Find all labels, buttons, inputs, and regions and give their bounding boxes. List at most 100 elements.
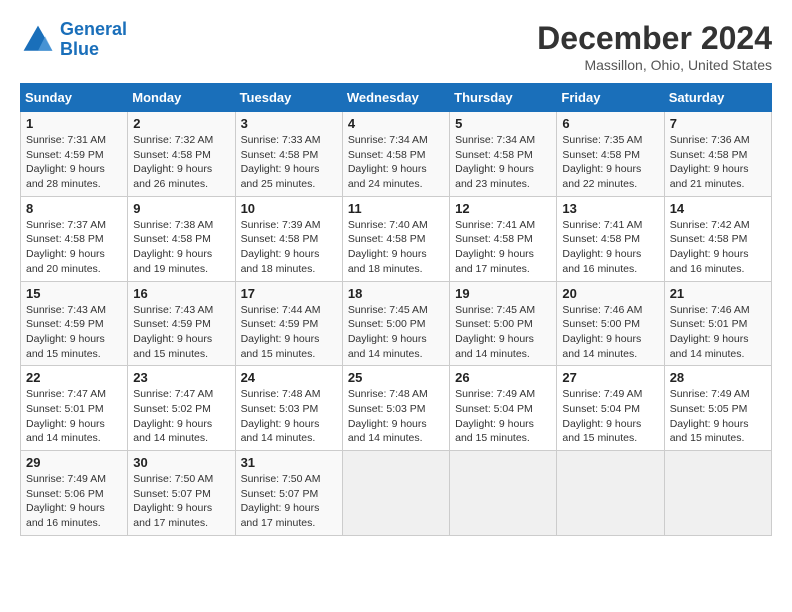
day-number: 28 <box>670 370 766 385</box>
day-number: 16 <box>133 286 229 301</box>
day-info: Sunrise: 7:49 AM Sunset: 5:04 PM Dayligh… <box>562 387 658 446</box>
day-number: 2 <box>133 116 229 131</box>
table-row <box>450 451 557 536</box>
day-number: 25 <box>348 370 444 385</box>
table-row: 5 Sunrise: 7:34 AM Sunset: 4:58 PM Dayli… <box>450 112 557 197</box>
calendar-week-1: 1 Sunrise: 7:31 AM Sunset: 4:59 PM Dayli… <box>21 112 772 197</box>
table-row: 19 Sunrise: 7:45 AM Sunset: 5:00 PM Dayl… <box>450 281 557 366</box>
day-number: 31 <box>241 455 337 470</box>
day-number: 6 <box>562 116 658 131</box>
day-info: Sunrise: 7:43 AM Sunset: 4:59 PM Dayligh… <box>133 303 229 362</box>
table-row: 17 Sunrise: 7:44 AM Sunset: 4:59 PM Dayl… <box>235 281 342 366</box>
table-row: 15 Sunrise: 7:43 AM Sunset: 4:59 PM Dayl… <box>21 281 128 366</box>
day-info: Sunrise: 7:45 AM Sunset: 5:00 PM Dayligh… <box>455 303 551 362</box>
table-row: 14 Sunrise: 7:42 AM Sunset: 4:58 PM Dayl… <box>664 196 771 281</box>
table-row: 28 Sunrise: 7:49 AM Sunset: 5:05 PM Dayl… <box>664 366 771 451</box>
day-number: 21 <box>670 286 766 301</box>
day-number: 22 <box>26 370 122 385</box>
logo-icon <box>20 22 56 58</box>
col-tuesday: Tuesday <box>235 84 342 112</box>
day-number: 20 <box>562 286 658 301</box>
day-info: Sunrise: 7:35 AM Sunset: 4:58 PM Dayligh… <box>562 133 658 192</box>
day-number: 5 <box>455 116 551 131</box>
day-number: 10 <box>241 201 337 216</box>
table-row: 23 Sunrise: 7:47 AM Sunset: 5:02 PM Dayl… <box>128 366 235 451</box>
day-number: 3 <box>241 116 337 131</box>
day-number: 13 <box>562 201 658 216</box>
table-row: 3 Sunrise: 7:33 AM Sunset: 4:58 PM Dayli… <box>235 112 342 197</box>
day-info: Sunrise: 7:32 AM Sunset: 4:58 PM Dayligh… <box>133 133 229 192</box>
day-info: Sunrise: 7:49 AM Sunset: 5:05 PM Dayligh… <box>670 387 766 446</box>
day-info: Sunrise: 7:43 AM Sunset: 4:59 PM Dayligh… <box>26 303 122 362</box>
day-number: 15 <box>26 286 122 301</box>
logo: General Blue <box>20 20 127 60</box>
day-info: Sunrise: 7:42 AM Sunset: 4:58 PM Dayligh… <box>670 218 766 277</box>
page-header: General Blue December 2024 Massillon, Oh… <box>20 20 772 73</box>
day-info: Sunrise: 7:45 AM Sunset: 5:00 PM Dayligh… <box>348 303 444 362</box>
day-info: Sunrise: 7:34 AM Sunset: 4:58 PM Dayligh… <box>348 133 444 192</box>
day-info: Sunrise: 7:50 AM Sunset: 5:07 PM Dayligh… <box>133 472 229 531</box>
table-row: 9 Sunrise: 7:38 AM Sunset: 4:58 PM Dayli… <box>128 196 235 281</box>
day-info: Sunrise: 7:37 AM Sunset: 4:58 PM Dayligh… <box>26 218 122 277</box>
table-row: 1 Sunrise: 7:31 AM Sunset: 4:59 PM Dayli… <box>21 112 128 197</box>
calendar-week-4: 22 Sunrise: 7:47 AM Sunset: 5:01 PM Dayl… <box>21 366 772 451</box>
day-info: Sunrise: 7:41 AM Sunset: 4:58 PM Dayligh… <box>455 218 551 277</box>
day-info: Sunrise: 7:40 AM Sunset: 4:58 PM Dayligh… <box>348 218 444 277</box>
day-number: 30 <box>133 455 229 470</box>
day-info: Sunrise: 7:38 AM Sunset: 4:58 PM Dayligh… <box>133 218 229 277</box>
table-row: 18 Sunrise: 7:45 AM Sunset: 5:00 PM Dayl… <box>342 281 449 366</box>
col-monday: Monday <box>128 84 235 112</box>
table-row: 20 Sunrise: 7:46 AM Sunset: 5:00 PM Dayl… <box>557 281 664 366</box>
col-sunday: Sunday <box>21 84 128 112</box>
day-number: 24 <box>241 370 337 385</box>
calendar-table: Sunday Monday Tuesday Wednesday Thursday… <box>20 83 772 536</box>
table-row: 29 Sunrise: 7:49 AM Sunset: 5:06 PM Dayl… <box>21 451 128 536</box>
title-block: December 2024 Massillon, Ohio, United St… <box>537 20 772 73</box>
subtitle: Massillon, Ohio, United States <box>537 57 772 73</box>
table-row: 26 Sunrise: 7:49 AM Sunset: 5:04 PM Dayl… <box>450 366 557 451</box>
table-row: 25 Sunrise: 7:48 AM Sunset: 5:03 PM Dayl… <box>342 366 449 451</box>
day-info: Sunrise: 7:41 AM Sunset: 4:58 PM Dayligh… <box>562 218 658 277</box>
col-thursday: Thursday <box>450 84 557 112</box>
day-info: Sunrise: 7:49 AM Sunset: 5:04 PM Dayligh… <box>455 387 551 446</box>
table-row: 16 Sunrise: 7:43 AM Sunset: 4:59 PM Dayl… <box>128 281 235 366</box>
day-number: 12 <box>455 201 551 216</box>
day-number: 11 <box>348 201 444 216</box>
day-info: Sunrise: 7:48 AM Sunset: 5:03 PM Dayligh… <box>348 387 444 446</box>
table-row: 13 Sunrise: 7:41 AM Sunset: 4:58 PM Dayl… <box>557 196 664 281</box>
day-number: 7 <box>670 116 766 131</box>
table-row: 21 Sunrise: 7:46 AM Sunset: 5:01 PM Dayl… <box>664 281 771 366</box>
col-saturday: Saturday <box>664 84 771 112</box>
day-info: Sunrise: 7:46 AM Sunset: 5:01 PM Dayligh… <box>670 303 766 362</box>
day-info: Sunrise: 7:47 AM Sunset: 5:01 PM Dayligh… <box>26 387 122 446</box>
calendar-week-3: 15 Sunrise: 7:43 AM Sunset: 4:59 PM Dayl… <box>21 281 772 366</box>
table-row <box>557 451 664 536</box>
col-wednesday: Wednesday <box>342 84 449 112</box>
table-row <box>342 451 449 536</box>
day-number: 9 <box>133 201 229 216</box>
main-title: December 2024 <box>537 20 772 57</box>
day-info: Sunrise: 7:50 AM Sunset: 5:07 PM Dayligh… <box>241 472 337 531</box>
table-row: 31 Sunrise: 7:50 AM Sunset: 5:07 PM Dayl… <box>235 451 342 536</box>
day-info: Sunrise: 7:47 AM Sunset: 5:02 PM Dayligh… <box>133 387 229 446</box>
day-info: Sunrise: 7:46 AM Sunset: 5:00 PM Dayligh… <box>562 303 658 362</box>
col-friday: Friday <box>557 84 664 112</box>
day-number: 19 <box>455 286 551 301</box>
day-number: 17 <box>241 286 337 301</box>
day-number: 29 <box>26 455 122 470</box>
table-row: 22 Sunrise: 7:47 AM Sunset: 5:01 PM Dayl… <box>21 366 128 451</box>
table-row: 30 Sunrise: 7:50 AM Sunset: 5:07 PM Dayl… <box>128 451 235 536</box>
calendar-header-row: Sunday Monday Tuesday Wednesday Thursday… <box>21 84 772 112</box>
table-row: 2 Sunrise: 7:32 AM Sunset: 4:58 PM Dayli… <box>128 112 235 197</box>
day-info: Sunrise: 7:36 AM Sunset: 4:58 PM Dayligh… <box>670 133 766 192</box>
day-number: 14 <box>670 201 766 216</box>
day-info: Sunrise: 7:39 AM Sunset: 4:58 PM Dayligh… <box>241 218 337 277</box>
day-number: 27 <box>562 370 658 385</box>
day-info: Sunrise: 7:44 AM Sunset: 4:59 PM Dayligh… <box>241 303 337 362</box>
table-row: 24 Sunrise: 7:48 AM Sunset: 5:03 PM Dayl… <box>235 366 342 451</box>
table-row: 10 Sunrise: 7:39 AM Sunset: 4:58 PM Dayl… <box>235 196 342 281</box>
day-number: 8 <box>26 201 122 216</box>
table-row: 6 Sunrise: 7:35 AM Sunset: 4:58 PM Dayli… <box>557 112 664 197</box>
logo-text: General Blue <box>60 20 127 60</box>
day-info: Sunrise: 7:49 AM Sunset: 5:06 PM Dayligh… <box>26 472 122 531</box>
